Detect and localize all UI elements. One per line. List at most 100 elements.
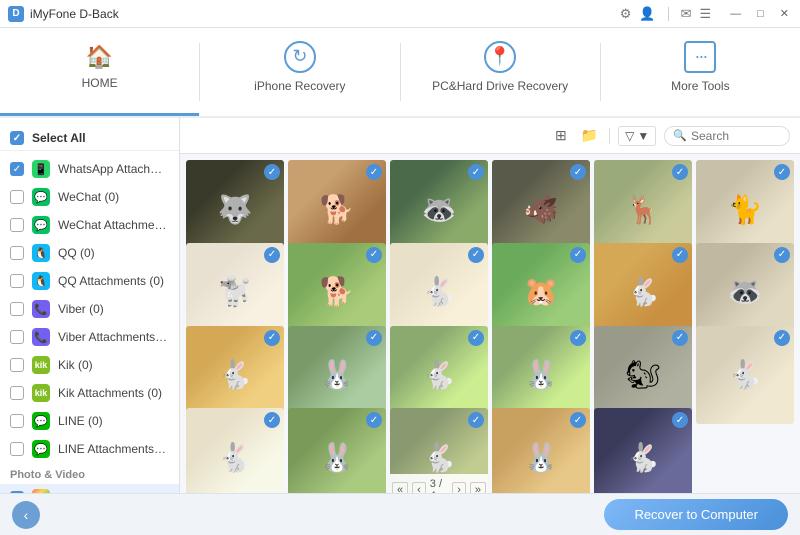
nav-pc[interactable]: 📍 PC&Hard Drive Recovery <box>401 28 600 116</box>
first-page-button[interactable]: « <box>392 482 408 493</box>
wechat-attach-checkbox[interactable] <box>10 218 24 232</box>
line-attach-icon: 💬 <box>32 440 50 458</box>
qq-attach-icon: 🐧 <box>32 272 50 290</box>
photo-check: ✓ <box>264 330 280 346</box>
whatsapp-checkbox[interactable]: ✓ <box>10 162 24 176</box>
settings-icon[interactable]: ⚙ <box>620 6 632 22</box>
viber-icon: 📞 <box>32 300 50 318</box>
photo-check: ✓ <box>570 247 586 263</box>
viber-attach-label: Viber Attachments (0) <box>58 330 169 344</box>
minimize-button[interactable]: — <box>727 8 744 20</box>
mail-icon[interactable]: ✉ <box>681 6 692 22</box>
title-bar-right: ⚙ 👤 ✉ ☰ — □ ✕ <box>620 6 792 22</box>
nav-tools[interactable]: ··· More Tools <box>601 28 800 116</box>
sidebar-item-whatsapp[interactable]: ✓ 📱 WhatsApp Attachments (2) <box>0 155 179 183</box>
filter-label: ▼ <box>637 129 649 143</box>
nav-home-label: HOME <box>82 76 118 90</box>
nav-iphone-label: iPhone Recovery <box>254 79 345 93</box>
line-checkbox[interactable] <box>10 414 24 428</box>
grid-view-button[interactable]: ⊞ <box>552 124 570 147</box>
photo-cell[interactable]: 🐇 ✓ « ‹ 3 / 4 › » <box>390 408 488 493</box>
sidebar-item-line[interactable]: 💬 LINE (0) <box>0 407 179 435</box>
photo-cell[interactable]: 🐰 ✓ <box>492 408 590 493</box>
sidebar-item-wechat[interactable]: 💬 WeChat (0) <box>0 183 179 211</box>
nav-home[interactable]: 🏠 HOME <box>0 28 199 116</box>
sidebar-item-viber-attach[interactable]: 📞 Viber Attachments (0) <box>0 323 179 351</box>
qq-attach-checkbox[interactable] <box>10 274 24 288</box>
kik-attach-checkbox[interactable] <box>10 386 24 400</box>
line-label: LINE (0) <box>58 414 169 428</box>
nav-iphone[interactable]: ↻ iPhone Recovery <box>200 28 399 116</box>
close-button[interactable]: ✕ <box>777 7 792 20</box>
kik-icon: kik <box>32 356 50 374</box>
viber-checkbox[interactable] <box>10 302 24 316</box>
photo-check: ✓ <box>468 247 484 263</box>
whatsapp-label: WhatsApp Attachments (2) <box>58 162 169 176</box>
sidebar-item-qq[interactable]: 🐧 QQ (0) <box>0 239 179 267</box>
line-attach-checkbox[interactable] <box>10 442 24 456</box>
sidebar-item-viber[interactable]: 📞 Viber (0) <box>0 295 179 323</box>
recover-computer-button[interactable]: Recover to Computer <box>604 499 788 530</box>
content-area: ⊞ 📁 ▽ ▼ 🔍 🐺 ✓ 🐕 ✓ <box>180 118 800 493</box>
select-all-checkbox[interactable]: ✓ <box>10 131 24 145</box>
qq-checkbox[interactable] <box>10 246 24 260</box>
photo-check: ✓ <box>366 247 382 263</box>
main-area: ✓ Select All ✓ 📱 WhatsApp Attachments (2… <box>0 118 800 493</box>
folder-view-button[interactable]: 📁 <box>578 124 601 147</box>
photo-check: ✓ <box>570 164 586 180</box>
title-bar-left: D iMyFone D-Back <box>8 6 119 22</box>
qq-icon: 🐧 <box>32 244 50 262</box>
kik-attach-label: Kik Attachments (0) <box>58 386 169 400</box>
kik-checkbox[interactable] <box>10 358 24 372</box>
sidebar-item-kik-attach[interactable]: kik Kik Attachments (0) <box>0 379 179 407</box>
photo-check: ✓ <box>672 247 688 263</box>
user-icon[interactable]: 👤 <box>639 6 655 22</box>
search-box[interactable]: 🔍 <box>664 126 790 146</box>
photo-grid-container: 🐺 ✓ 🐕 ✓ 🦝 ✓ 🐗 ✓ 🦌 ✓ <box>180 154 800 493</box>
maximize-button[interactable]: □ <box>754 8 767 20</box>
wechat-attach-label: WeChat Attachments (0) <box>58 218 169 232</box>
photos-checkbox[interactable]: ✓ <box>10 491 24 493</box>
photo-cell[interactable]: 🐇 ✓ <box>594 408 692 493</box>
nav-pc-label: PC&Hard Drive Recovery <box>432 79 568 93</box>
sidebar-item-photos[interactable]: ✓ 🌸 Photos (83) <box>0 484 179 493</box>
last-page-button[interactable]: » <box>470 482 486 493</box>
filter-button[interactable]: ▽ ▼ <box>618 126 656 146</box>
viber-attach-checkbox[interactable] <box>10 330 24 344</box>
next-page-button[interactable]: › <box>452 482 466 493</box>
iphone-recovery-icon: ↻ <box>284 41 316 73</box>
kik-attach-icon: kik <box>32 384 50 402</box>
bottom-bar: ‹ Recover to Computer <box>0 493 800 535</box>
select-all-row[interactable]: ✓ Select All <box>0 126 179 151</box>
pagination-overlay: « ‹ 3 / 4 › » <box>390 474 488 493</box>
photo-cell[interactable]: 🐇 ✓ <box>696 326 794 424</box>
window-controls: — □ ✕ <box>727 7 792 20</box>
nav-tools-label: More Tools <box>671 79 729 93</box>
back-button[interactable]: ‹ <box>12 501 40 529</box>
app-title: iMyFone D-Back <box>30 7 119 21</box>
app-logo: D <box>8 6 24 22</box>
wechat-icon: 💬 <box>32 188 50 206</box>
photo-check: ✓ <box>774 247 790 263</box>
photo-cell[interactable]: 🐰 ✓ <box>288 408 386 493</box>
sidebar-item-kik[interactable]: kik Kik (0) <box>0 351 179 379</box>
sidebar-item-wechat-attach[interactable]: 💬 WeChat Attachments (0) <box>0 211 179 239</box>
whatsapp-icon: 📱 <box>32 160 50 178</box>
home-icon: 🏠 <box>86 44 113 70</box>
prev-page-button[interactable]: ‹ <box>412 482 426 493</box>
photo-cell[interactable]: 🐇 ✓ <box>186 408 284 493</box>
menu-icon[interactable]: ☰ <box>699 6 711 22</box>
wechat-label: WeChat (0) <box>58 190 169 204</box>
select-all-label: Select All <box>32 131 86 145</box>
sidebar: ✓ Select All ✓ 📱 WhatsApp Attachments (2… <box>0 118 180 493</box>
qq-label: QQ (0) <box>58 246 169 260</box>
sidebar-item-line-attach[interactable]: 💬 LINE Attachments (0) <box>0 435 179 463</box>
sidebar-item-qq-attach[interactable]: 🐧 QQ Attachments (0) <box>0 267 179 295</box>
photo-check: ✓ <box>264 164 280 180</box>
search-input[interactable] <box>691 129 781 143</box>
toolbar-divider <box>609 128 610 144</box>
photo-check: ✓ <box>264 247 280 263</box>
wechat-checkbox[interactable] <box>10 190 24 204</box>
photo-check: ✓ <box>468 164 484 180</box>
title-bar: D iMyFone D-Back ⚙ 👤 ✉ ☰ — □ ✕ <box>0 0 800 28</box>
